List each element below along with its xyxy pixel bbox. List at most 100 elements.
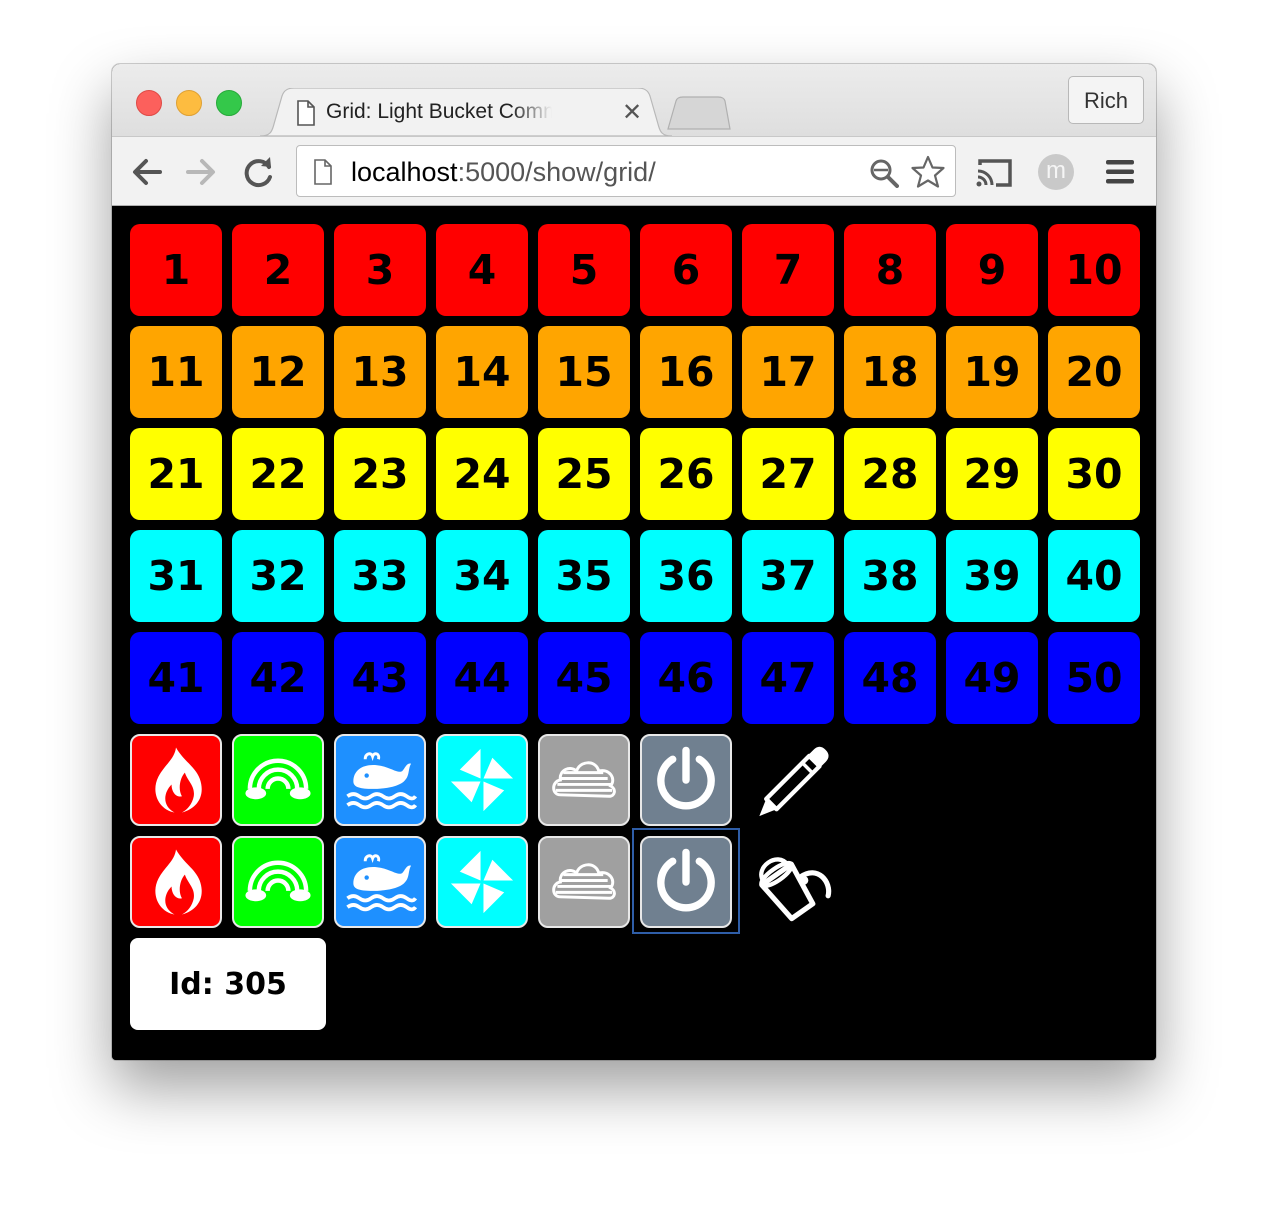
grid-cell[interactable]: 30 [1048, 428, 1140, 520]
grid-cell[interactable]: 8 [844, 224, 936, 316]
grid-cell[interactable]: 21 [130, 428, 222, 520]
cloud-preset-button[interactable] [538, 836, 630, 928]
grid-cell[interactable]: 41 [130, 632, 222, 724]
pencil-icon [759, 746, 829, 817]
grid-cell[interactable]: 44 [436, 632, 528, 724]
pencil-tool[interactable] [746, 734, 838, 826]
page-icon [314, 159, 332, 185]
grid-cell[interactable]: 32 [232, 530, 324, 622]
cast-icon[interactable] [974, 157, 1014, 189]
cloud-icon [552, 761, 616, 798]
grid-cell[interactable]: 34 [436, 530, 528, 622]
grid-cell[interactable]: 37 [742, 530, 834, 622]
rainbow-icon [245, 860, 311, 902]
grid-cell[interactable]: 16 [640, 326, 732, 418]
minimize-window-button[interactable] [176, 90, 202, 116]
grid-cell[interactable]: 47 [742, 632, 834, 724]
whale-icon [346, 752, 417, 810]
menu-icon[interactable] [1104, 157, 1136, 187]
grid-cell[interactable]: 31 [130, 530, 222, 622]
tab-close-icon[interactable]: ✕ [622, 98, 642, 127]
grid-cell[interactable]: 43 [334, 632, 426, 724]
reload-icon[interactable] [242, 155, 276, 189]
selection-frame [632, 828, 740, 934]
page-content: Id: 305 1 2 3 4 5 6 7 8 9 10 11 12 13 14 15 16 17 18 19 20 2… [112, 206, 1156, 1060]
whale-icon [346, 854, 417, 912]
grid-cell[interactable]: 3 [334, 224, 426, 316]
rainbow-preset-button[interactable] [232, 734, 324, 826]
paint-bucket-icon [759, 857, 832, 922]
fire-preset-button[interactable] [130, 836, 222, 928]
bookmark-star-icon[interactable] [911, 155, 945, 189]
fire-preset-button[interactable] [130, 734, 222, 826]
back-arrow-icon[interactable] [130, 155, 164, 189]
grid-cell[interactable]: 2 [232, 224, 324, 316]
title-bar: Grid: Light Bucket Command Center ✕ Rich [112, 64, 1156, 136]
grid-cell[interactable]: 50 [1048, 632, 1140, 724]
grid-cell[interactable]: 38 [844, 530, 936, 622]
grid-cell[interactable]: 33 [334, 530, 426, 622]
profile-button[interactable]: Rich [1068, 76, 1144, 124]
grid-cell[interactable]: 14 [436, 326, 528, 418]
power-preset-button[interactable] [640, 734, 732, 826]
rainbow-preset-button[interactable] [232, 836, 324, 928]
grid-cell[interactable]: 26 [640, 428, 732, 520]
rainbow-icon [245, 758, 311, 800]
grid-cell[interactable]: 20 [1048, 326, 1140, 418]
grid-cell[interactable]: 19 [946, 326, 1038, 418]
grid-cell[interactable]: 42 [232, 632, 324, 724]
grid-cell[interactable]: 23 [334, 428, 426, 520]
forward-arrow-icon[interactable] [184, 155, 218, 189]
pinwheel-preset-button[interactable] [436, 734, 528, 826]
grid-cell[interactable]: 39 [946, 530, 1038, 622]
pinwheel-icon [450, 850, 514, 914]
grid-cell[interactable]: 6 [640, 224, 732, 316]
browser-window: Grid: Light Bucket Command Center ✕ Rich… [112, 64, 1156, 1060]
grid-cell[interactable]: 45 [538, 632, 630, 724]
zoom-window-button[interactable] [216, 90, 242, 116]
grid-cell[interactable]: 22 [232, 428, 324, 520]
grid-cell[interactable]: 48 [844, 632, 936, 724]
browser-toolbar: localhost:5000/show/grid/ m [112, 136, 1156, 206]
id-display: Id: 305 [130, 938, 326, 1030]
cloud-icon [552, 863, 616, 900]
grid-cell[interactable]: 10 [1048, 224, 1140, 316]
grid-cell[interactable]: 13 [334, 326, 426, 418]
grid-cell[interactable]: 24 [436, 428, 528, 520]
grid-cell[interactable]: 27 [742, 428, 834, 520]
power-icon [657, 746, 715, 810]
grid-cell[interactable]: 35 [538, 530, 630, 622]
whale-preset-button[interactable] [334, 734, 426, 826]
url-text[interactable]: localhost:5000/show/grid/ [351, 157, 656, 188]
extension-avatar[interactable]: m [1038, 154, 1074, 190]
grid-cell[interactable]: 1 [130, 224, 222, 316]
grid-cell[interactable]: 15 [538, 326, 630, 418]
grid-cell[interactable]: 12 [232, 326, 324, 418]
address-bar[interactable]: localhost:5000/show/grid/ [296, 145, 956, 197]
grid-cell[interactable]: 17 [742, 326, 834, 418]
grid-cell[interactable]: 36 [640, 530, 732, 622]
paint-bucket-tool[interactable] [746, 836, 838, 928]
new-tab-button[interactable] [666, 96, 732, 130]
close-window-button[interactable] [136, 90, 162, 116]
fire-icon [155, 849, 202, 915]
grid-cell[interactable]: 18 [844, 326, 936, 418]
pinwheel-icon [450, 748, 514, 812]
grid-cell[interactable]: 11 [130, 326, 222, 418]
grid-cell[interactable]: 5 [538, 224, 630, 316]
whale-preset-button[interactable] [334, 836, 426, 928]
fire-icon [155, 747, 202, 813]
grid-cell[interactable]: 46 [640, 632, 732, 724]
grid-cell[interactable]: 49 [946, 632, 1038, 724]
grid-cell[interactable]: 9 [946, 224, 1038, 316]
pinwheel-preset-button[interactable] [436, 836, 528, 928]
cloud-preset-button[interactable] [538, 734, 630, 826]
grid-cell[interactable]: 40 [1048, 530, 1140, 622]
tab-active[interactable]: Grid: Light Bucket Command Center ✕ [260, 88, 672, 136]
zoom-search-icon[interactable] [869, 158, 899, 188]
grid-cell[interactable]: 29 [946, 428, 1038, 520]
grid-cell[interactable]: 7 [742, 224, 834, 316]
grid-cell[interactable]: 25 [538, 428, 630, 520]
grid-cell[interactable]: 28 [844, 428, 936, 520]
grid-cell[interactable]: 4 [436, 224, 528, 316]
